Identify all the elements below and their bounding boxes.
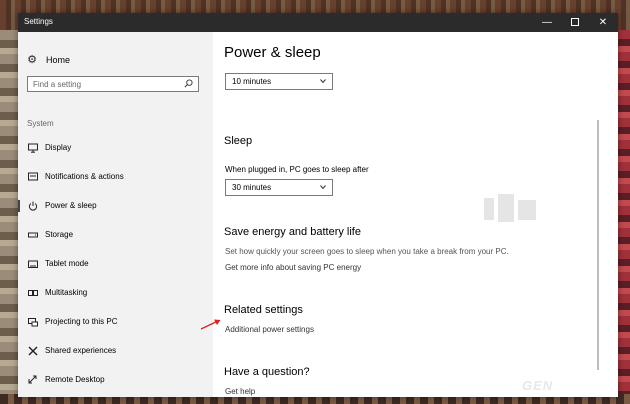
sidebar-item-tablet-mode[interactable]: Tablet mode xyxy=(18,250,213,278)
sidebar-item-label: Remote Desktop xyxy=(45,375,105,384)
sidebar-item-notifications[interactable]: Notifications & actions xyxy=(18,163,213,191)
remote-desktop-icon xyxy=(28,375,37,384)
storage-icon xyxy=(28,232,38,238)
sidebar-item-label: Power & sleep xyxy=(45,201,97,210)
title-bar[interactable]: Settings — ✕ xyxy=(18,13,618,32)
search-placeholder: Find a setting xyxy=(33,80,82,89)
sidebar-item-label: Tablet mode xyxy=(45,259,89,268)
home-link[interactable]: ⚙ Home xyxy=(26,53,70,66)
home-label: Home xyxy=(46,55,71,65)
sidebar-item-multitasking[interactable]: Multitasking xyxy=(18,279,213,307)
settings-window: Settings — ✕ ⚙ Home Find a setting System… xyxy=(18,13,618,397)
tablet-icon xyxy=(28,260,38,268)
sleep-timeout-dropdown[interactable]: 30 minutes xyxy=(225,179,333,196)
sidebar-item-label: Multitasking xyxy=(45,288,88,297)
sidebar-item-storage[interactable]: Storage xyxy=(18,221,213,249)
projecting-icon xyxy=(28,318,38,327)
sidebar-item-shared-experiences[interactable]: Shared experiences xyxy=(18,337,213,365)
monitor-icon xyxy=(28,143,38,153)
maximize-icon xyxy=(571,18,579,27)
sidebar-item-label: Projecting to this PC xyxy=(45,317,118,326)
additional-power-settings-link[interactable]: Additional power settings xyxy=(225,325,314,334)
sleep-heading: Sleep xyxy=(224,135,253,147)
screen-timeout-dropdown[interactable]: 10 minutes xyxy=(225,73,333,90)
main-content: Power & sleep 10 minutes Sleep When plug… xyxy=(224,32,604,397)
sidebar-item-display[interactable]: Display xyxy=(18,134,213,162)
gear-icon: ⚙ xyxy=(27,54,37,66)
search-icon[interactable] xyxy=(184,79,193,88)
sidebar: ⚙ Home Find a setting System Display Noti… xyxy=(18,32,213,397)
multitasking-icon xyxy=(28,290,38,296)
desktop-background-right xyxy=(618,30,630,404)
scrollbar[interactable] xyxy=(597,120,599,370)
chevron-down-icon xyxy=(320,185,326,190)
related-settings-heading: Related settings xyxy=(224,304,303,316)
sidebar-item-label: Notifications & actions xyxy=(45,172,124,181)
sidebar-item-label: Storage xyxy=(45,230,74,239)
desktop-background-left xyxy=(0,30,18,404)
shared-experiences-icon xyxy=(28,346,38,356)
watermark-logo xyxy=(484,194,536,222)
chevron-down-icon xyxy=(320,79,326,84)
selected-indicator xyxy=(18,200,20,212)
gen-logo: GEN xyxy=(522,378,554,393)
close-button[interactable]: ✕ xyxy=(589,13,617,32)
sleep-label: When plugged in, PC goes to sleep after xyxy=(225,165,369,174)
save-energy-description: Set how quickly your screen goes to slee… xyxy=(225,247,509,256)
annotation-arrow xyxy=(200,319,221,330)
sidebar-item-label: Shared experiences xyxy=(45,346,117,355)
notifications-icon xyxy=(28,172,38,181)
power-icon xyxy=(28,201,38,211)
dropdown-value: 30 minutes xyxy=(232,183,272,192)
sidebar-item-projecting[interactable]: Projecting to this PC xyxy=(18,308,213,336)
sidebar-item-label: Display xyxy=(45,143,72,152)
get-help-link[interactable]: Get help xyxy=(225,387,255,396)
minimize-button[interactable]: — xyxy=(533,13,561,32)
window-title: Settings xyxy=(24,17,53,26)
sidebar-item-power-sleep[interactable]: Power & sleep xyxy=(18,192,213,220)
search-input[interactable]: Find a setting xyxy=(27,76,199,92)
save-energy-info-link[interactable]: Get more info about saving PC energy xyxy=(225,263,361,272)
sidebar-item-remote-desktop[interactable]: Remote Desktop xyxy=(18,366,213,394)
question-heading: Have a question? xyxy=(224,366,310,378)
page-title: Power & sleep xyxy=(224,44,321,61)
dropdown-value: 10 minutes xyxy=(232,77,272,86)
save-energy-heading: Save energy and battery life xyxy=(224,226,361,238)
maximize-button[interactable] xyxy=(561,13,589,32)
section-label-system: System xyxy=(27,119,54,128)
